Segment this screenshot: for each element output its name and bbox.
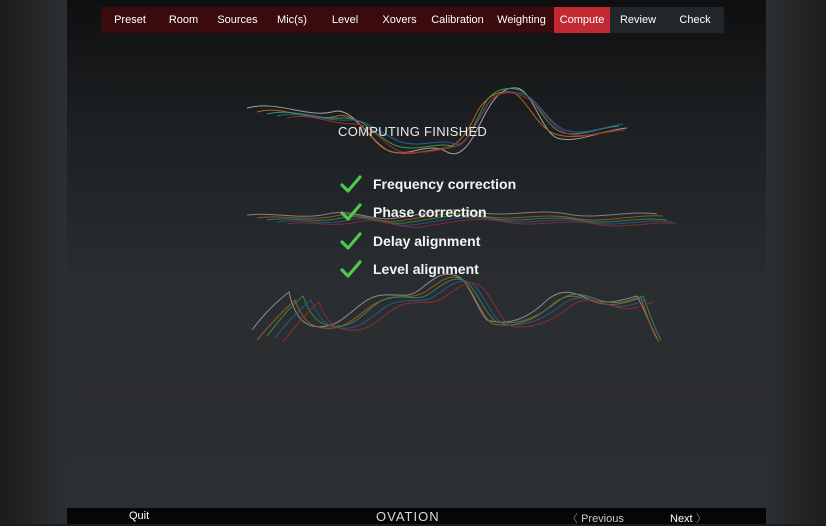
background-waveforms bbox=[246, 87, 678, 343]
status-item-label: Phase correction bbox=[373, 204, 487, 220]
checkmark-icon bbox=[340, 175, 362, 193]
tab-room[interactable]: Room bbox=[159, 7, 208, 33]
quit-button[interactable]: Quit bbox=[129, 510, 149, 522]
tab-preset[interactable]: Preset bbox=[101, 7, 159, 33]
right-margin bbox=[766, 0, 826, 524]
chevron-left-icon: 〈 bbox=[567, 513, 578, 525]
status-item-label: Frequency correction bbox=[373, 176, 517, 192]
tab-review[interactable]: Review bbox=[610, 7, 666, 33]
status-item-label: Level alignment bbox=[373, 261, 479, 277]
checkmark-icon bbox=[340, 232, 362, 250]
previous-label: Previous bbox=[581, 513, 624, 525]
next-label: Next bbox=[670, 513, 693, 525]
tab-level[interactable]: Level bbox=[317, 7, 373, 33]
tab-xovers[interactable]: Xovers bbox=[373, 7, 426, 33]
left-margin bbox=[0, 0, 67, 524]
chevron-right-icon: 〉 bbox=[695, 513, 707, 525]
status-item-delay: Delay alignment bbox=[340, 231, 480, 251]
wave-top-2 bbox=[256, 91, 616, 154]
status-title: COMPUTING FINISHED bbox=[338, 124, 488, 139]
top-nav: Preset Room Sources Mic(s) Level Xovers … bbox=[101, 7, 724, 33]
checkmark-icon bbox=[340, 203, 362, 221]
status-item-phase: Phase correction bbox=[340, 202, 487, 222]
wave-bot-3 bbox=[266, 278, 662, 341]
wave-bot-2 bbox=[256, 276, 660, 343]
wave-bot-5 bbox=[282, 282, 654, 343]
wave-top-1 bbox=[246, 87, 628, 155]
tab-compute[interactable]: Compute bbox=[554, 7, 610, 33]
wave-bot-4 bbox=[274, 280, 648, 339]
tab-weighting[interactable]: Weighting bbox=[489, 7, 554, 33]
tab-mics[interactable]: Mic(s) bbox=[267, 7, 317, 33]
checkmark-icon bbox=[340, 260, 362, 278]
main-panel bbox=[67, 0, 766, 508]
ovation-logo: OVATION bbox=[376, 509, 440, 524]
status-item-frequency: Frequency correction bbox=[340, 174, 516, 194]
status-item-label: Delay alignment bbox=[373, 233, 481, 249]
status-item-level: Level alignment bbox=[340, 259, 479, 279]
tab-check[interactable]: Check bbox=[666, 7, 724, 33]
tab-calibration[interactable]: Calibration bbox=[426, 7, 489, 33]
tab-sources[interactable]: Sources bbox=[208, 7, 267, 33]
